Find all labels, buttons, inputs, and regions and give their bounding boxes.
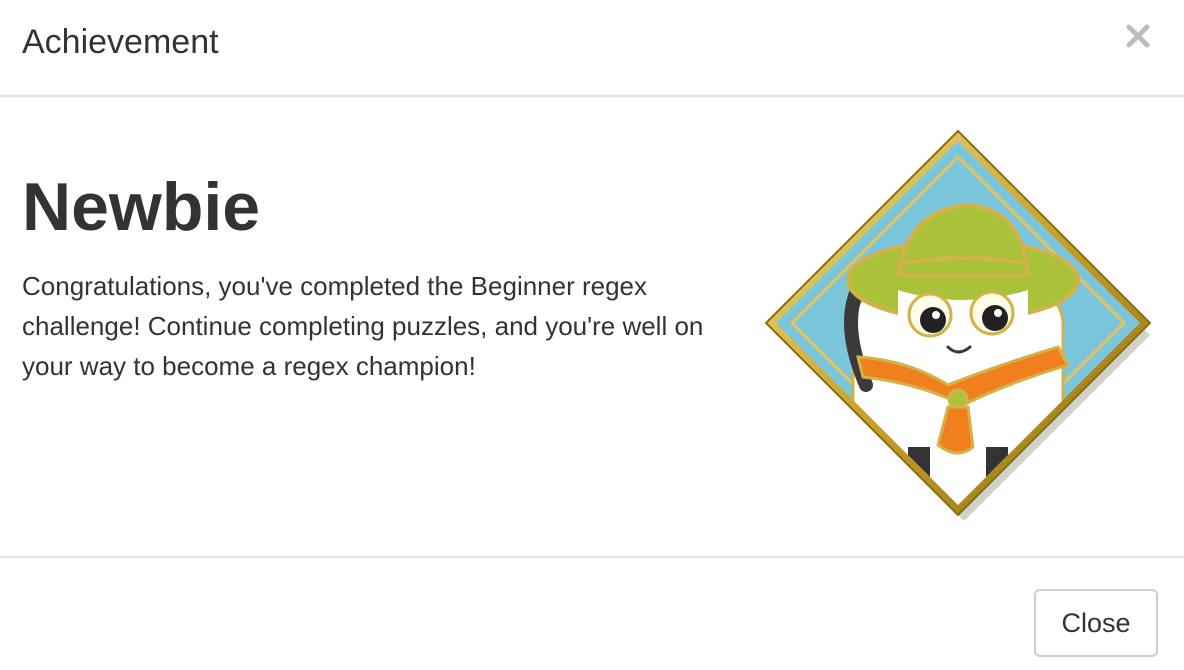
scout-badge-icon <box>764 129 1152 521</box>
achievement-description: Congratulations, you've completed the Be… <box>22 271 704 381</box>
achievement-name: Newbie <box>22 169 261 245</box>
close-icon-button[interactable] <box>1118 16 1158 56</box>
modal-body: Newbie Congratulations, you've completed… <box>0 97 1184 558</box>
modal-footer: Close <box>0 558 1184 670</box>
achievement-modal: Achievement Newbie Congratulations, you'… <box>0 0 1184 670</box>
modal-title: Achievement <box>22 23 219 61</box>
modal-header: Achievement <box>0 0 1184 97</box>
close-icon <box>1126 24 1150 48</box>
close-button[interactable]: Close <box>1034 589 1158 657</box>
